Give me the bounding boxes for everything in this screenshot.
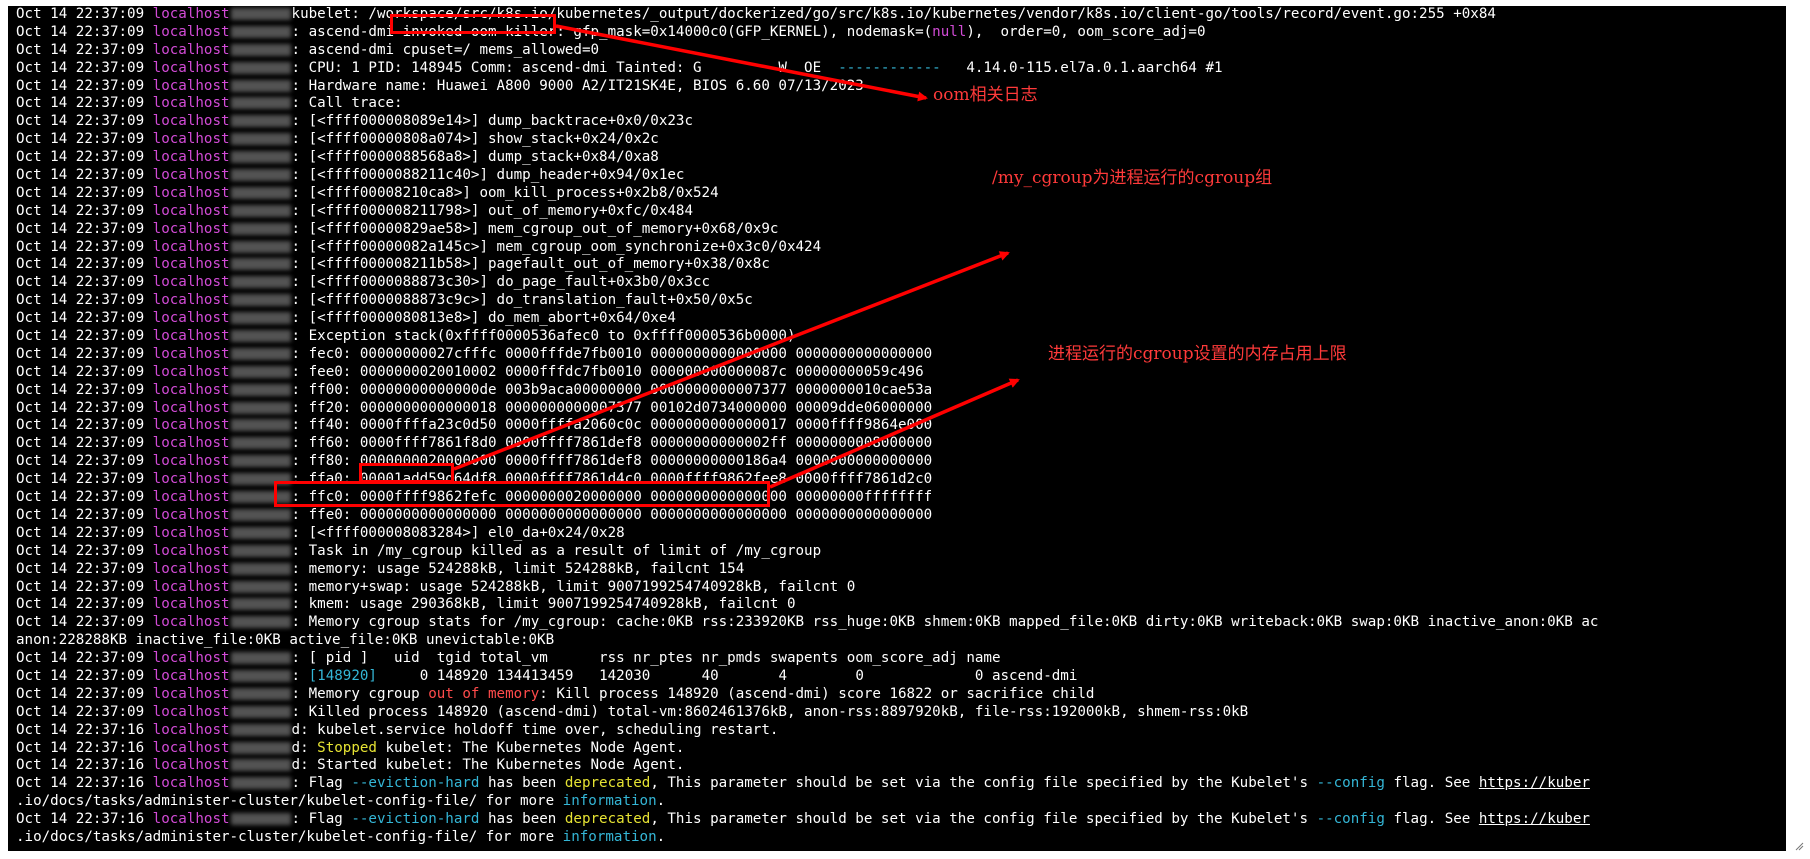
terminal-window[interactable]: Oct 14 22:37:09 localhost kubelet: /works…: [8, 6, 1786, 851]
arrow-to-cgroup-note: [453, 251, 1010, 471]
cgroup-limit-note: 进程运行的cgroup设置的内存占用上限: [1047, 339, 1348, 364]
cgroup-group-note: /my_cgroup为进程运行的cgroup组: [991, 163, 1274, 188]
oom-log-note: oom相关日志: [932, 80, 1039, 105]
resize-grip-icon[interactable]: [1794, 839, 1804, 851]
arrow-to-limit-note: [769, 378, 1020, 489]
arrow-to-oom-note: [555, 24, 928, 102]
annotation-arrows: [453, 24, 1020, 489]
